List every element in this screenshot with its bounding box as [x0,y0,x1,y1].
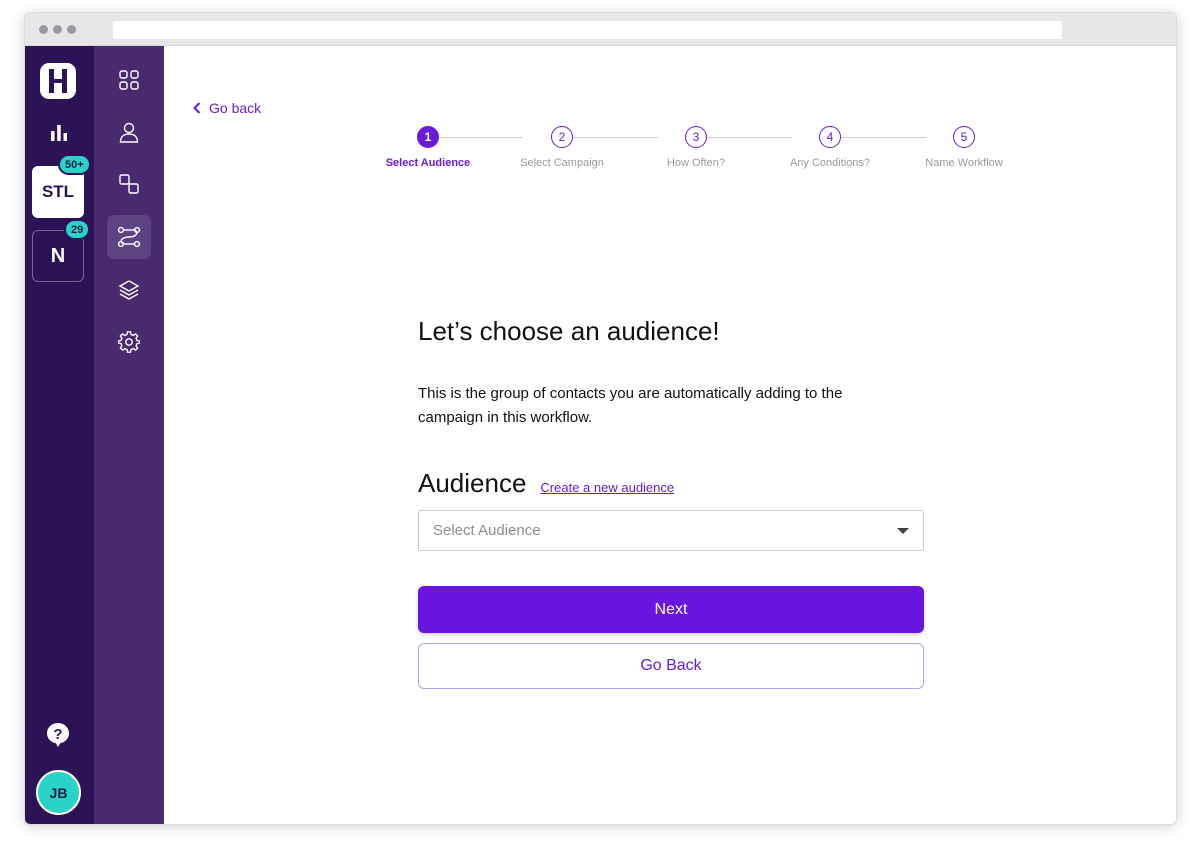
step-2-label: Select Campaign [520,157,604,169]
step-connector [561,137,658,138]
nav-sidebar [94,46,164,824]
step-connector [695,137,792,138]
page-title: Let’s choose an audience! [418,316,720,346]
step-connector [829,137,926,138]
notification-badge: 50+ [58,154,91,175]
workflow-stepper: 1 Select Audience 2 Select Campaign 3 Ho… [164,126,1176,176]
window-dot [53,25,62,34]
browser-chrome [25,13,1176,46]
go-back-link[interactable]: Go back [193,100,261,116]
main-content: Go back 1 Select Audience 2 Select Campa… [164,46,1176,824]
step-5-label: Name Workflow [925,157,1003,169]
nav-item-contacts[interactable] [107,110,151,154]
analytics-icon[interactable] [49,122,69,142]
nav-item-layers[interactable] [107,268,151,312]
user-avatar[interactable]: JB [36,770,81,815]
user-icon [119,122,139,143]
window-dot [39,25,48,34]
help-icon[interactable]: ? [46,722,70,748]
step-4-circle[interactable]: 4 [819,126,841,148]
audience-form: Let’s choose an audience! This is the gr… [418,316,924,689]
nav-item-dashboard[interactable] [107,58,151,102]
svg-text:?: ? [53,726,62,743]
caret-down-icon [897,528,909,534]
step-1-label: Select Audience [385,157,471,169]
go-back-button[interactable]: Go Back [418,643,924,689]
create-audience-link[interactable]: Create a new audience [540,480,674,495]
address-bar[interactable] [113,21,1062,39]
step-5-circle[interactable]: 5 [953,126,975,148]
step-1-circle[interactable]: 1 [417,126,439,148]
grid-icon [119,70,139,90]
next-button[interactable]: Next [418,586,924,633]
step-3-circle[interactable]: 3 [685,126,707,148]
step-2-circle[interactable]: 2 [551,126,573,148]
workflow-icon [117,226,141,248]
step-3-label: How Often? [666,157,726,169]
chevron-left-icon [193,102,201,114]
step-4-label: Any Conditions? [789,157,871,169]
audience-select[interactable]: Select Audience [418,510,924,551]
nav-item-campaigns[interactable] [107,162,151,206]
step-connector [428,137,523,138]
audience-title: Audience [418,468,527,498]
audience-select-placeholder: Select Audience [433,522,541,539]
nav-item-workflows[interactable] [107,215,151,259]
shapes-icon [119,174,139,194]
window-dot [67,25,76,34]
layers-icon [118,280,140,300]
nav-item-settings[interactable] [107,320,151,364]
gear-icon [118,331,140,353]
browser-window: STL 50+ N 29 ? JB Go back 1 Select Audie… [24,12,1177,825]
page-description: This is the group of contacts you are au… [418,385,843,426]
audience-header: Audience Create a new audience [418,468,674,499]
notification-badge: 29 [64,219,91,240]
workspace-rail: STL 50+ N 29 ? JB [25,46,94,824]
app-logo[interactable] [40,63,76,99]
